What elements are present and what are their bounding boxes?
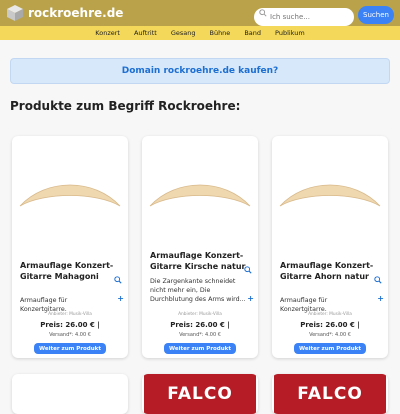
search-input[interactable] (254, 8, 354, 26)
nav-item-band[interactable]: Band (244, 29, 261, 37)
product-image[interactable] (16, 160, 124, 230)
product-image[interactable] (146, 160, 254, 230)
product-image[interactable]: FALCO (144, 374, 256, 414)
nav-item-auftritt[interactable]: Auftritt (134, 29, 157, 37)
zoom-icon[interactable] (114, 276, 122, 284)
nav-item-publikum[interactable]: Publikum (275, 29, 305, 37)
product-shipping: Versand*: 4.00 € (49, 332, 91, 338)
expand-icon[interactable]: + (247, 294, 254, 303)
expand-icon[interactable]: + (377, 294, 384, 303)
search-bar: Suchen (254, 4, 394, 26)
product-seller: Anbieter: Musik-Villa (308, 312, 352, 317)
site-header: rockroehre.de Suchen (0, 0, 400, 26)
falco-logo-text: FALCO (297, 384, 363, 404)
falco-logo-text: FALCO (167, 384, 233, 404)
cube-logo-icon (7, 5, 23, 21)
product-image[interactable]: FALCO (274, 374, 386, 414)
zoom-icon[interactable] (244, 266, 252, 274)
product-description: Die Zargenkante schneidet nicht mehr ein… (150, 278, 246, 303)
product-card: FALCO (272, 374, 388, 414)
domain-buy-link[interactable]: Domain rockroehre.de kaufen? (122, 66, 279, 76)
product-card: Armauflage Konzert-Gitarre Kirsche natur… (142, 136, 258, 358)
section-title: Produkte zum Begriff Rockroehre: (10, 99, 241, 113)
expand-icon[interactable]: + (117, 294, 124, 303)
domain-banner: Domain rockroehre.de kaufen? (10, 58, 390, 84)
product-shipping: Versand*: 4.00 € (179, 332, 221, 338)
product-price: Preis: 26.00 € | (40, 321, 100, 329)
product-seller: Anbieter: Musik-Villa (178, 312, 222, 317)
product-card: FALCO (142, 374, 258, 414)
product-link-button[interactable]: Weiter zum Produkt (294, 343, 366, 354)
product-link-button[interactable]: Weiter zum Produkt (34, 343, 106, 354)
search-icon (259, 9, 267, 17)
product-card: Armauflage Konzert-Gitarre Ahorn natur A… (272, 136, 388, 358)
product-shipping: Versand*: 4.00 € (309, 332, 351, 338)
product-title[interactable]: Armauflage Konzert-Gitarre Mahagoni (20, 260, 120, 282)
product-title[interactable]: Armauflage Konzert-Gitarre Kirsche natur (150, 250, 250, 272)
product-seller: Anbieter: Musik-Villa (48, 312, 92, 317)
zoom-icon[interactable] (374, 276, 382, 284)
nav-item-buehne[interactable]: Bühne (209, 29, 230, 37)
site-logo[interactable]: rockroehre.de (6, 4, 123, 22)
product-card: Armauflage Konzert-Gitarre Mahagoni Arma… (12, 136, 128, 358)
site-name: rockroehre.de (28, 6, 124, 20)
nav-item-konzert[interactable]: Konzert (95, 29, 120, 37)
product-image[interactable] (276, 160, 384, 230)
product-price: Preis: 26.00 € | (170, 321, 230, 329)
product-card (12, 374, 128, 414)
nav-item-gesang[interactable]: Gesang (171, 29, 196, 37)
product-price: Preis: 26.00 € | (300, 321, 360, 329)
search-button[interactable]: Suchen (358, 6, 394, 24)
product-link-button[interactable]: Weiter zum Produkt (164, 343, 236, 354)
main-nav: Konzert Auftritt Gesang Bühne Band Publi… (0, 26, 400, 40)
product-title[interactable]: Armauflage Konzert-Gitarre Ahorn natur (280, 260, 380, 282)
